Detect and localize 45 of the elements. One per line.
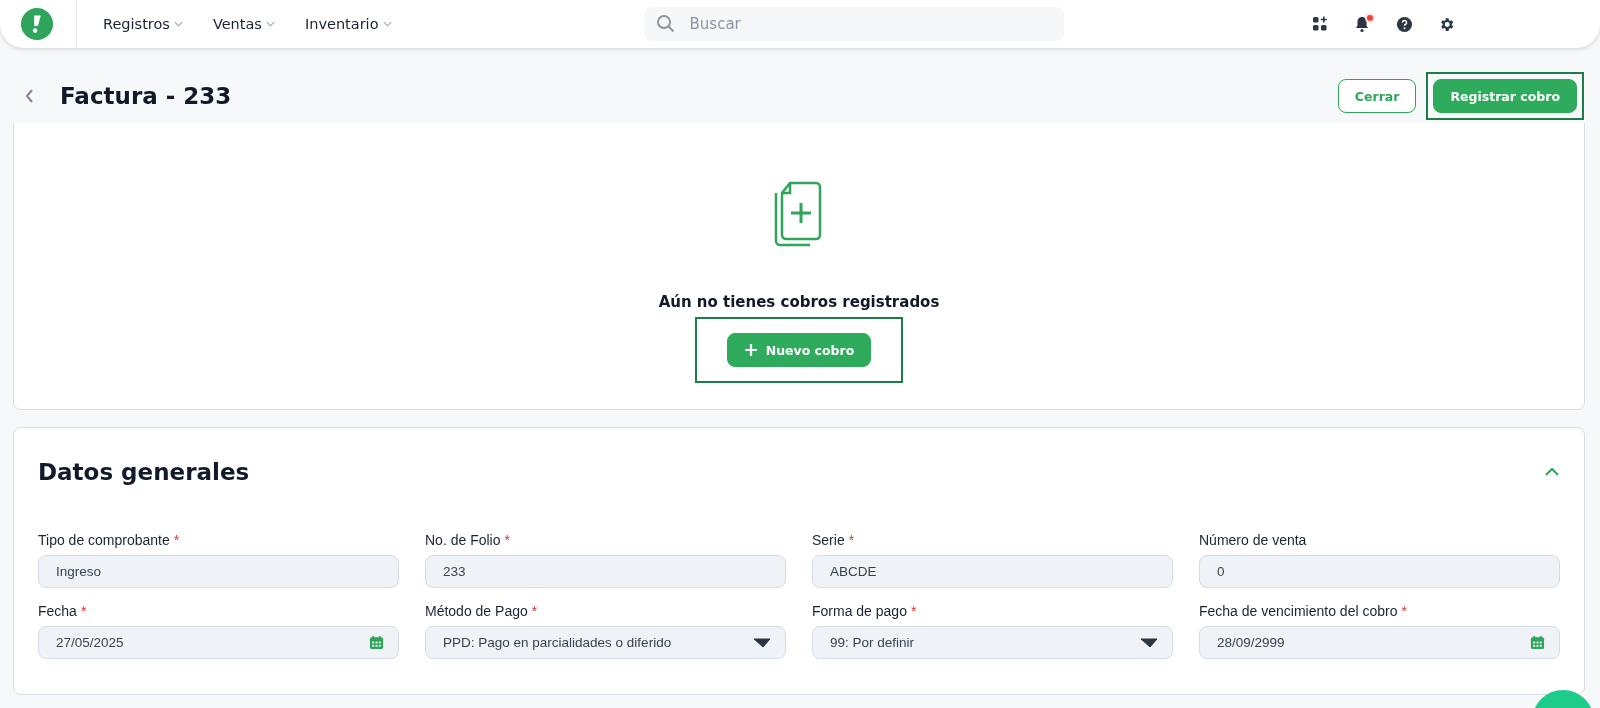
search-icon [655, 14, 676, 34]
dropdown-triangle-icon[interactable] [753, 637, 771, 648]
field-label: Serie [812, 532, 845, 548]
collapse-chevron-icon[interactable] [1544, 467, 1560, 477]
nav-menu[interactable]: Registros [97, 12, 189, 36]
field-label: Número de venta [1199, 532, 1307, 548]
back-chevron-icon[interactable] [24, 88, 34, 104]
page-title: Factura - 233 [60, 83, 232, 109]
required-asterisk: * [80, 603, 87, 619]
input-field[interactable]: 0 [1199, 555, 1560, 588]
input-field[interactable]: Ingreso [38, 555, 399, 588]
input-field[interactable]: ABCDE [812, 555, 1173, 588]
field-label: Forma de pago [812, 603, 907, 619]
field-label: Tipo de comprobante [38, 532, 170, 548]
chevron-down-icon [382, 21, 392, 27]
required-asterisk: * [1401, 603, 1407, 619]
required-asterisk: * [531, 603, 538, 619]
empty-state-message: Aún no tienes cobros registrados [658, 293, 940, 311]
required-asterisk: * [504, 532, 510, 548]
nav-menu[interactable]: Ventas [206, 12, 281, 36]
search-input[interactable]: Buscar [687, 14, 1052, 34]
date-field[interactable]: 28/09/2999 [1199, 626, 1560, 659]
dropdown-triangle-icon[interactable] [1140, 637, 1158, 648]
apps-grid-icon[interactable] [1311, 16, 1328, 32]
required-asterisk: * [173, 532, 180, 548]
date-field[interactable]: 27/05/2025 [38, 626, 399, 659]
chevron-down-icon [265, 21, 275, 27]
search-field[interactable]: Buscar [643, 7, 1064, 41]
dropdown-field[interactable]: PPD: Pago en parcialidades o diferido [425, 626, 786, 659]
help-icon[interactable] [1395, 15, 1413, 33]
required-asterisk: * [910, 603, 917, 619]
required-asterisk: * [848, 532, 855, 548]
plus-icon [743, 343, 758, 357]
input-field[interactable]: 233 [425, 555, 786, 588]
calendar-icon[interactable] [1530, 635, 1545, 650]
field-label: Fecha [38, 603, 77, 619]
section-title: Datos generales [38, 459, 250, 485]
field-label: No. de Folio [425, 532, 501, 548]
field-label: Método de Pago [425, 603, 528, 619]
app-logo-icon[interactable] [20, 7, 54, 41]
chevron-down-icon [173, 21, 183, 27]
field-label: Fecha de vencimiento del cobro [1199, 603, 1398, 619]
dropdown-field[interactable]: 99: Por definir [812, 626, 1173, 659]
calendar-icon[interactable] [369, 635, 384, 650]
nav-menu[interactable]: Inventario [298, 12, 398, 36]
